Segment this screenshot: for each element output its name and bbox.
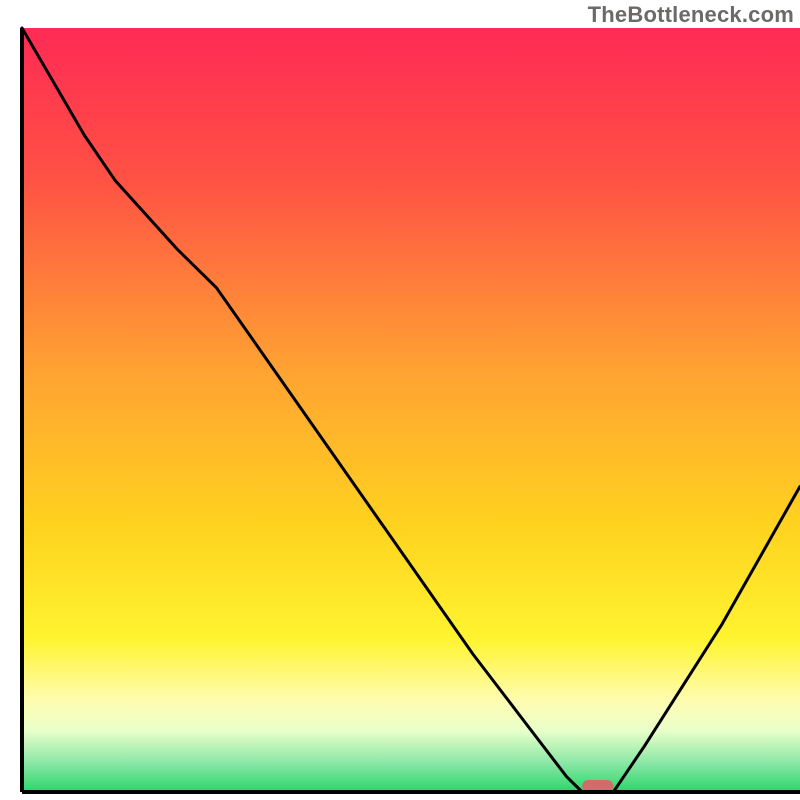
bottleneck-chart bbox=[0, 0, 800, 800]
chart-frame: TheBottleneck.com bbox=[0, 0, 800, 800]
watermark-text: TheBottleneck.com bbox=[588, 2, 794, 28]
gradient-background bbox=[22, 28, 800, 792]
